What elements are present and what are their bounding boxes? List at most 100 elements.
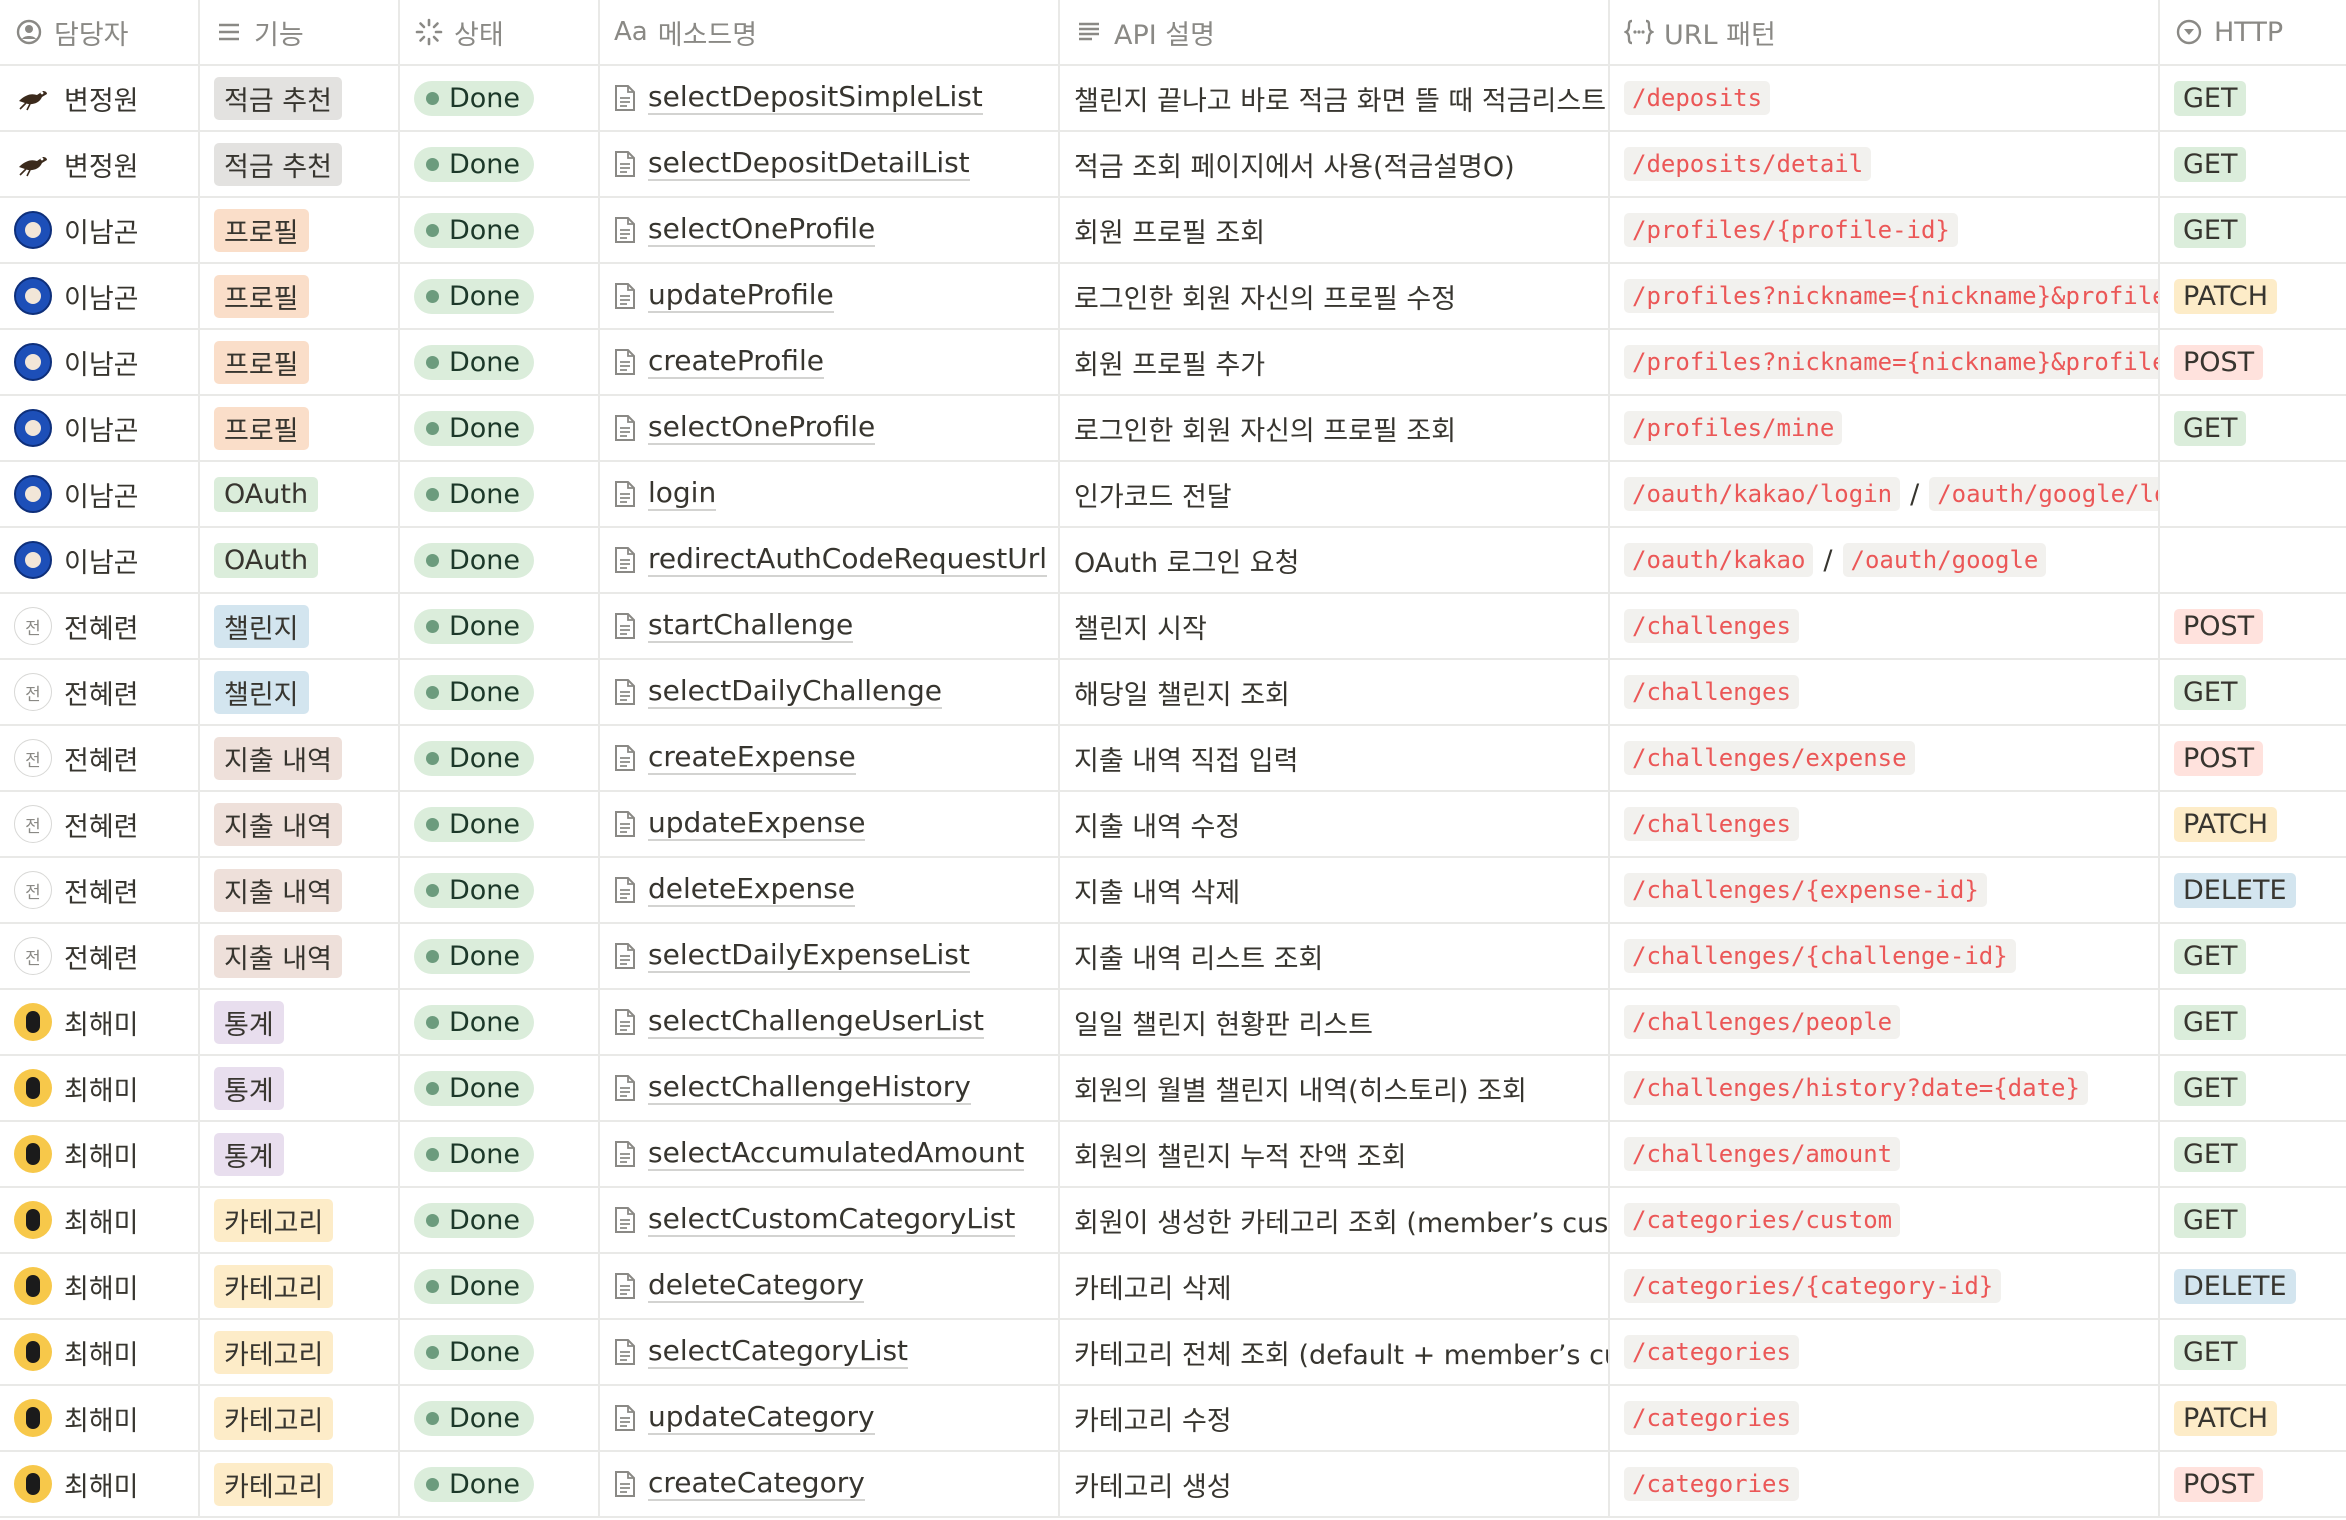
method-name-link[interactable]: selectChallengeHistory: [648, 1071, 971, 1105]
method-name-link[interactable]: selectDailyChallenge: [648, 675, 943, 709]
status-cell[interactable]: Done: [400, 924, 600, 988]
method-name-link[interactable]: createProfile: [648, 345, 824, 379]
column-header-status[interactable]: 상태: [400, 0, 600, 64]
status-cell[interactable]: Done: [400, 330, 600, 394]
description-cell[interactable]: 카테고리 생성: [1060, 1452, 1610, 1516]
method-cell[interactable]: selectDepositSimpleList: [600, 66, 1060, 130]
assignee-cell[interactable]: 전 전혜련: [0, 726, 200, 790]
feature-cell[interactable]: 카테고리: [200, 1452, 400, 1516]
method-cell[interactable]: updateProfile: [600, 264, 1060, 328]
table-row[interactable]: 전 전혜련 지출 내역 Done selectDailyExpenseList 지…: [0, 924, 2346, 990]
method-name-link[interactable]: createCategory: [648, 1467, 865, 1501]
feature-cell[interactable]: 지출 내역: [200, 924, 400, 988]
url-cell[interactable]: /challenges/people: [1610, 990, 2160, 1054]
status-cell[interactable]: Done: [400, 1122, 600, 1186]
http-cell[interactable]: [2160, 528, 2346, 592]
assignee-cell[interactable]: 전 전혜련: [0, 924, 200, 988]
http-cell[interactable]: GET: [2160, 132, 2346, 196]
url-cell[interactable]: /challenges: [1610, 660, 2160, 724]
http-cell[interactable]: GET: [2160, 1056, 2346, 1120]
method-name-link[interactable]: updateExpense: [648, 807, 866, 841]
table-row[interactable]: 최해미 카테고리 Done updateCategory 카테고리 수정 /ca…: [0, 1386, 2346, 1452]
url-cell[interactable]: /challenges/amount: [1610, 1122, 2160, 1186]
method-cell[interactable]: selectChallengeUserList: [600, 990, 1060, 1054]
table-row[interactable]: 전 전혜련 챌린지 Done startChallenge 챌린지 시작 /cha…: [0, 594, 2346, 660]
url-cell[interactable]: /deposits/detail: [1610, 132, 2160, 196]
table-row[interactable]: 최해미 통계 Done selectChallengeHistory 회원의 월…: [0, 1056, 2346, 1122]
feature-cell[interactable]: 카테고리: [200, 1188, 400, 1252]
assignee-cell[interactable]: 최해미: [0, 1188, 200, 1252]
table-row[interactable]: 최해미 통계 Done selectAccumulatedAmount 회원의 …: [0, 1122, 2346, 1188]
description-cell[interactable]: 지출 내역 삭제: [1060, 858, 1610, 922]
method-cell[interactable]: createProfile: [600, 330, 1060, 394]
method-cell[interactable]: selectChallengeHistory: [600, 1056, 1060, 1120]
status-cell[interactable]: Done: [400, 1386, 600, 1450]
method-name-link[interactable]: deleteCategory: [648, 1269, 865, 1303]
assignee-cell[interactable]: 변정원: [0, 132, 200, 196]
url-cell[interactable]: /oauth/kakao/login / /oauth/google/lo: [1610, 462, 2160, 526]
table-row[interactable]: 최해미 카테고리 Done selectCategoryList 카테고리 전체…: [0, 1320, 2346, 1386]
description-cell[interactable]: 지출 내역 수정: [1060, 792, 1610, 856]
description-cell[interactable]: 회원이 생성한 카테고리 조회 (member’s custo: [1060, 1188, 1610, 1252]
status-cell[interactable]: Done: [400, 792, 600, 856]
http-cell[interactable]: POST: [2160, 726, 2346, 790]
status-cell[interactable]: Done: [400, 1056, 600, 1120]
description-cell[interactable]: 카테고리 수정: [1060, 1386, 1610, 1450]
method-name-link[interactable]: selectOneProfile: [648, 213, 876, 247]
status-cell[interactable]: Done: [400, 1254, 600, 1318]
feature-cell[interactable]: 프로필: [200, 264, 400, 328]
table-row[interactable]: 이남곤 프로필 Done updateProfile 로그인한 회원 자신의 프…: [0, 264, 2346, 330]
status-cell[interactable]: Done: [400, 66, 600, 130]
description-cell[interactable]: 회원의 월별 챌린지 내역(히스토리) 조회: [1060, 1056, 1610, 1120]
feature-cell[interactable]: 통계: [200, 1056, 400, 1120]
assignee-cell[interactable]: 최해미: [0, 1452, 200, 1516]
method-cell[interactable]: selectOneProfile: [600, 396, 1060, 460]
url-cell[interactable]: /challenges/expense: [1610, 726, 2160, 790]
http-cell[interactable]: GET: [2160, 990, 2346, 1054]
table-row[interactable]: 전 전혜련 지출 내역 Done updateExpense 지출 내역 수정 /…: [0, 792, 2346, 858]
table-row[interactable]: 전 전혜련 지출 내역 Done createExpense 지출 내역 직접 입…: [0, 726, 2346, 792]
description-cell[interactable]: 카테고리 전체 조회 (default + member’s cus: [1060, 1320, 1610, 1384]
assignee-cell[interactable]: 변정원: [0, 66, 200, 130]
http-cell[interactable]: POST: [2160, 594, 2346, 658]
status-cell[interactable]: Done: [400, 264, 600, 328]
feature-cell[interactable]: 지출 내역: [200, 726, 400, 790]
method-cell[interactable]: updateExpense: [600, 792, 1060, 856]
http-cell[interactable]: GET: [2160, 66, 2346, 130]
http-cell[interactable]: GET: [2160, 1320, 2346, 1384]
http-cell[interactable]: PATCH: [2160, 792, 2346, 856]
assignee-cell[interactable]: 최해미: [0, 1386, 200, 1450]
url-cell[interactable]: /profiles?nickname={nickname}&profile: [1610, 330, 2160, 394]
method-name-link[interactable]: selectAccumulatedAmount: [648, 1137, 1025, 1171]
status-cell[interactable]: Done: [400, 132, 600, 196]
status-cell[interactable]: Done: [400, 462, 600, 526]
feature-cell[interactable]: OAuth: [200, 528, 400, 592]
table-row[interactable]: 이남곤 OAuth Done login 인가코드 전달 /oauth/kaka…: [0, 462, 2346, 528]
feature-cell[interactable]: 프로필: [200, 396, 400, 460]
status-cell[interactable]: Done: [400, 858, 600, 922]
status-cell[interactable]: Done: [400, 396, 600, 460]
status-cell[interactable]: Done: [400, 1188, 600, 1252]
method-name-link[interactable]: selectCategoryList: [648, 1335, 909, 1369]
url-cell[interactable]: /profiles/{profile-id}: [1610, 198, 2160, 262]
description-cell[interactable]: 로그인한 회원 자신의 프로필 조회: [1060, 396, 1610, 460]
url-cell[interactable]: /categories/{category-id}: [1610, 1254, 2160, 1318]
assignee-cell[interactable]: 이남곤: [0, 396, 200, 460]
http-cell[interactable]: DELETE: [2160, 1254, 2346, 1318]
assignee-cell[interactable]: 이남곤: [0, 198, 200, 262]
method-cell[interactable]: deleteExpense: [600, 858, 1060, 922]
method-name-link[interactable]: deleteExpense: [648, 873, 856, 907]
method-name-link[interactable]: updateCategory: [648, 1401, 875, 1435]
description-cell[interactable]: 회원 프로필 조회: [1060, 198, 1610, 262]
status-cell[interactable]: Done: [400, 198, 600, 262]
table-row[interactable]: 이남곤 프로필 Done selectOneProfile 로그인한 회원 자신…: [0, 396, 2346, 462]
http-cell[interactable]: [2160, 462, 2346, 526]
assignee-cell[interactable]: 전 전혜련: [0, 660, 200, 724]
method-cell[interactable]: selectDepositDetailList: [600, 132, 1060, 196]
method-name-link[interactable]: updateProfile: [648, 279, 834, 313]
assignee-cell[interactable]: 최해미: [0, 990, 200, 1054]
method-name-link[interactable]: selectChallengeUserList: [648, 1005, 984, 1039]
method-cell[interactable]: selectDailyExpenseList: [600, 924, 1060, 988]
method-name-link[interactable]: selectCustomCategoryList: [648, 1203, 1016, 1237]
feature-cell[interactable]: 통계: [200, 990, 400, 1054]
